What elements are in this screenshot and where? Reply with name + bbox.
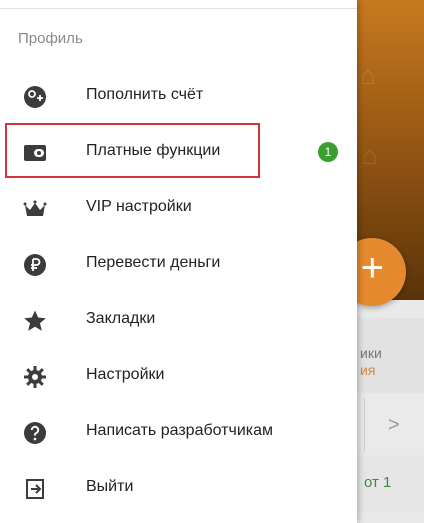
menu-item-label: Пополнить счёт [86,86,204,103]
gear-icon [23,365,47,389]
decor-shape: ⌂ [362,140,378,170]
chevron-right-icon[interactable]: > [388,414,400,437]
ruble-icon [23,253,47,277]
decor-shape: ⌂ [360,60,376,90]
help-icon [23,421,47,445]
coins-plus-icon [23,85,47,109]
menu-item-settings[interactable]: Настройки [0,348,357,404]
background-subtext: ия [360,362,376,378]
star-icon [23,309,47,333]
menu-item-label: Выйти [86,478,134,495]
divider [0,8,357,9]
menu-item-label: Перевести деньги [86,254,221,271]
notification-badge: 1 [318,142,338,162]
logout-icon [23,477,47,501]
menu-item-contact-developers[interactable]: Написать разработчикам [0,404,357,460]
menu-item-logout[interactable]: Выйти [0,460,357,516]
menu-item-label: Написать разработчикам [86,422,274,439]
background-green-text: от 1 [364,474,392,491]
menu-item-vip-settings[interactable]: VIP настройки [0,180,357,236]
background-text: ики [360,345,382,361]
menu-item-label: Закладки [86,310,156,327]
crown-icon [23,197,47,221]
menu-item-top-up[interactable]: Пополнить счёт [0,68,357,124]
menu-item-bookmarks[interactable]: Закладки [0,292,357,348]
section-title: Профиль [18,30,83,47]
menu-item-label: VIP настройки [86,198,192,215]
navigation-drawer: Профиль Пополнить счёт Платные функции 1… [0,0,357,523]
menu-item-label: Настройки [86,366,165,383]
highlight-frame [5,123,260,178]
menu-item-transfer-money[interactable]: Перевести деньги [0,236,357,292]
